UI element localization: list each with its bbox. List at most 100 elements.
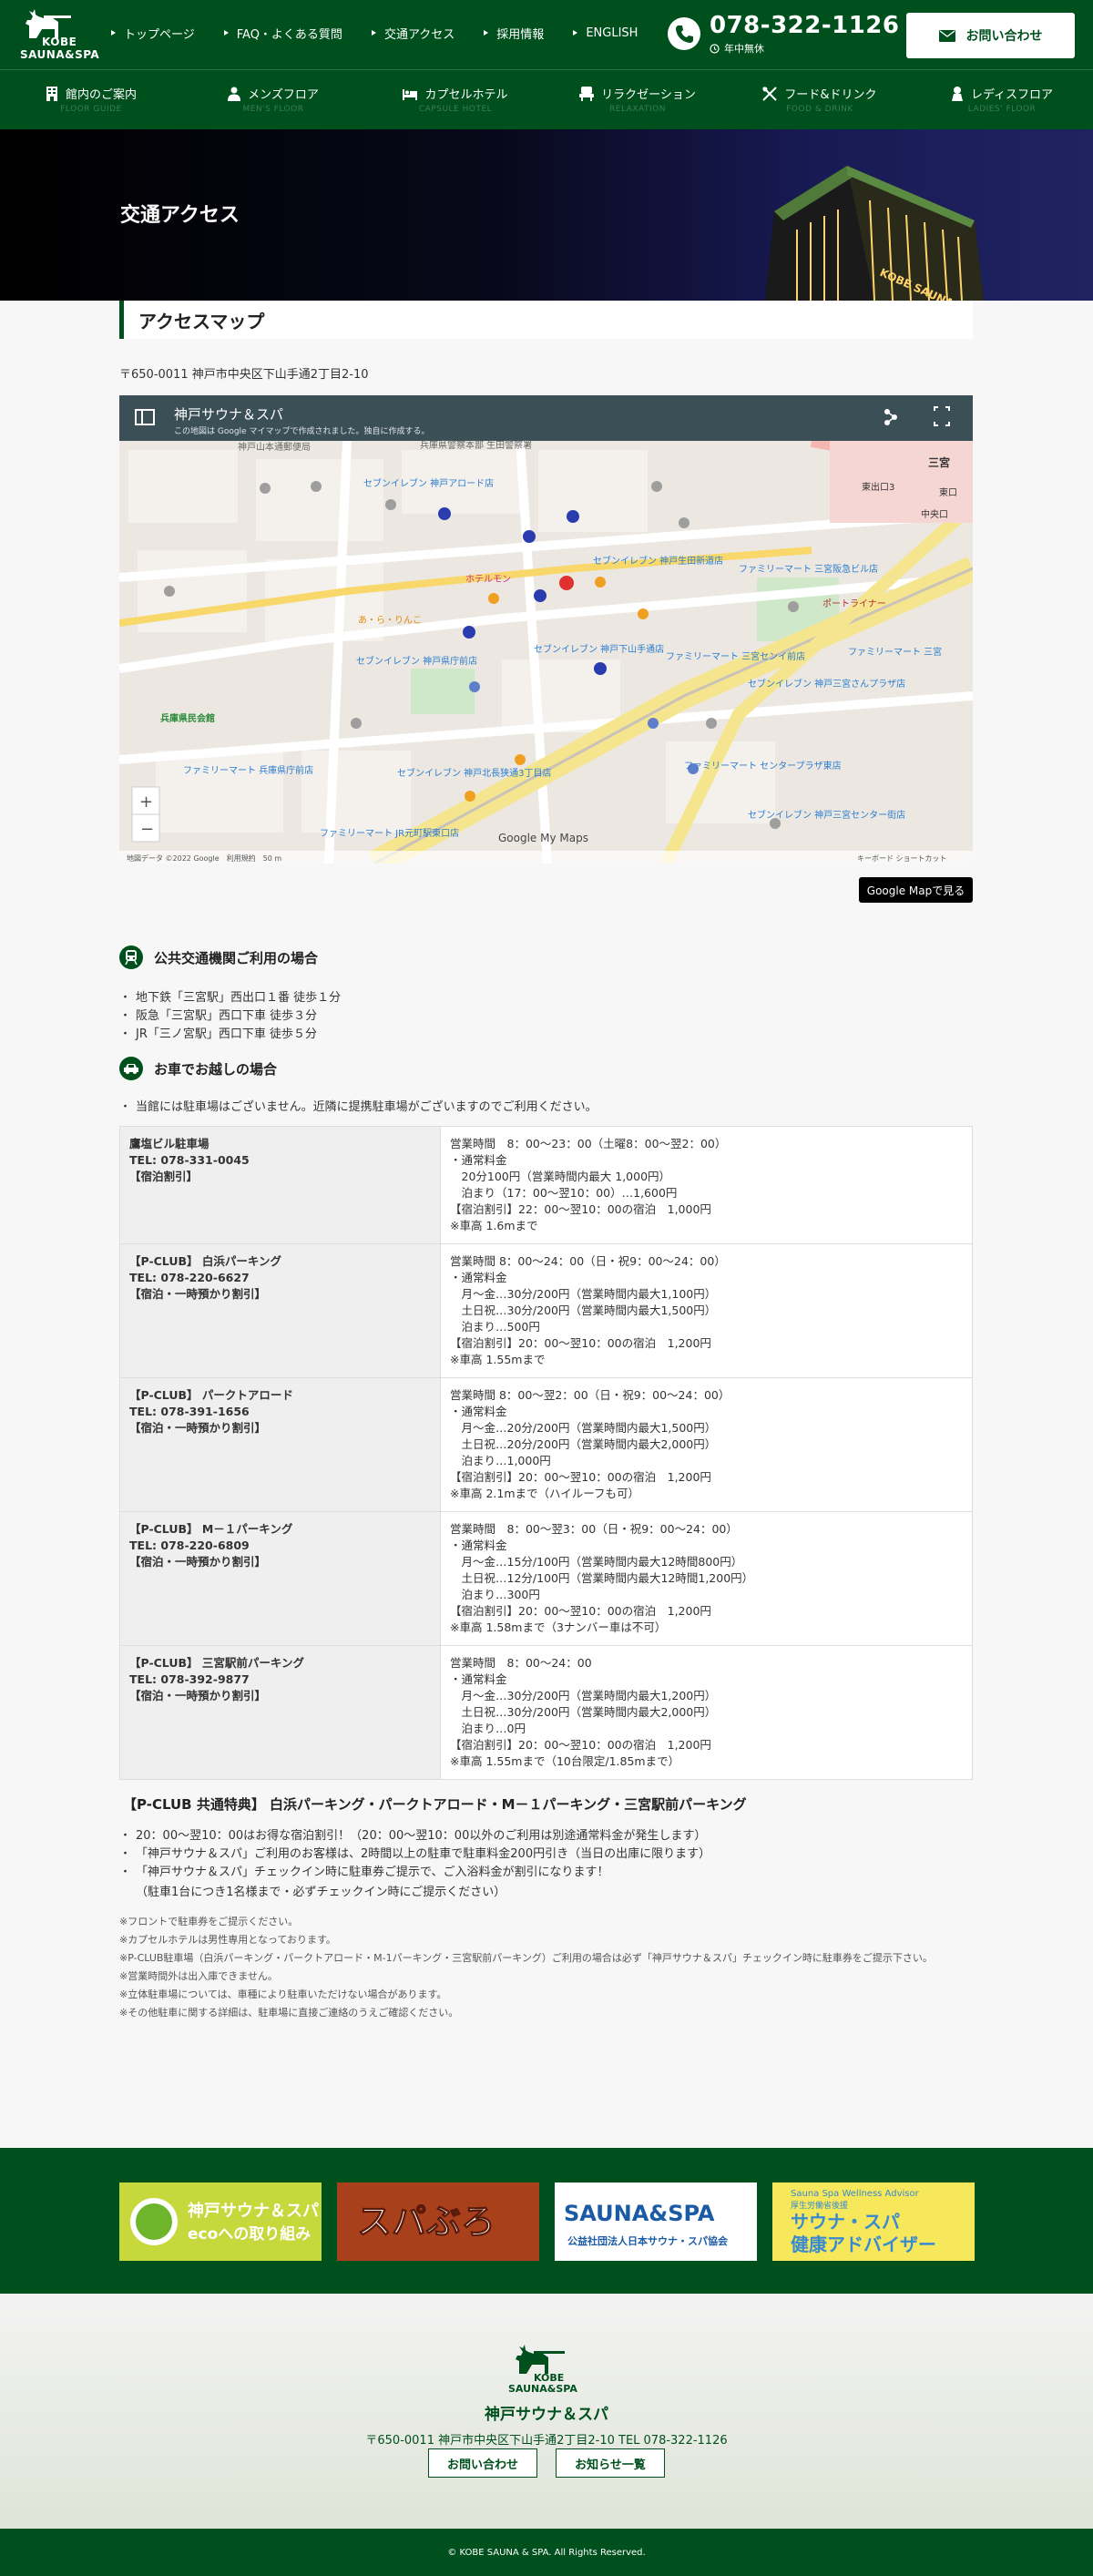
phone-number: 078-322-1126 [710, 12, 900, 39]
note-line: ※カプセルホテルは男性専用となっております。 [119, 1934, 336, 1946]
note-line: ※P-CLUB駐車場（白浜パーキング・パークトアロード・M-1パーキング・三宮駅… [119, 1952, 933, 1964]
table-row: 【P-CLUB】 M－１パーキング TEL: 078-220-6809 【宿泊・一時… [119, 1511, 973, 1646]
page-title: 交通アクセス [120, 204, 240, 227]
main-nav-food[interactable]: フード&ドリンク FOOD & DRINK [729, 70, 911, 129]
contact-button[interactable]: お問い合わせ [906, 13, 1075, 58]
banner-advisor-title: Sauna Spa Wellness Advisor [791, 2189, 920, 2199]
note-line: ※立体駐車場については、車種により駐車いただけない場合があります。 [119, 1988, 447, 2000]
parking-detail-line: 土日祝…12分/100円（営業時間内最大12時間1,200円） [450, 1571, 754, 1585]
parking-info-line: 【宿泊割引】 [129, 1170, 199, 1183]
map-title: 神戸サウナ＆スパ [174, 406, 284, 423]
list-item: 「神戸サウナ＆スパ」チェックイン時に駐車券ご提示で、ご入浴料金が割引になります！ [119, 1864, 710, 1882]
banner-advisor-sub3: 健康アドバイザー [791, 2234, 936, 2255]
parking-detail-line: 【宿泊割引】20：00～翌10：00の宿泊 1,200円 [450, 1604, 711, 1618]
phone-block[interactable]: 078-322-1126 年中無休 [668, 12, 899, 57]
spaburo-banner-art: スパぶろ [337, 2182, 539, 2261]
banner-spaburo[interactable]: スパぶろ [337, 2182, 539, 2261]
parking-detail-cell: 営業時間 8：00～24：00 ・通常料金 月～金…30分/200円（営業時間内最… [440, 1645, 973, 1780]
nav-recruit[interactable]: 採用情報 [484, 24, 544, 42]
google-map-button[interactable]: Google Mapで見る [859, 877, 973, 903]
phone-note: 年中無休 [710, 41, 764, 56]
embedded-map[interactable]: 神戸山本通郵便局 兵庫県警察本部 生田警察署 セブンイレブン 神戸アロード店 ホ… [119, 395, 973, 864]
map-label: ファミリーマート 三宮 [848, 646, 942, 658]
map-label: 中央口 [921, 508, 948, 520]
zoom-in-icon[interactable]: + [139, 792, 153, 812]
main-nav-label: レディスフロア [970, 88, 1054, 102]
man-icon [228, 87, 241, 101]
footer-news-button[interactable]: お知らせ一覧 [556, 2448, 665, 2478]
map-shortcut: キーボード ショートカット [857, 854, 947, 863]
utensils-icon [762, 86, 778, 101]
list-item: 「神戸サウナ＆スパ」ご利用のお客様は、2時間以上の駐車で駐車料金200円引き（当… [119, 1845, 710, 1864]
main-nav-en: RELAXATION [609, 105, 666, 114]
access-address: 〒650-0011 神戸市中央区下山手通2丁目2-10 [119, 368, 369, 382]
parking-detail-cell: 営業時間 8：00～翌3：00（日・祝9：00～24：00） ・通常料金 月～金…… [440, 1511, 973, 1646]
main-nav-label: カプセルホテル [424, 88, 508, 102]
parking-info-line: TEL: 078-220-6627 [129, 1271, 250, 1284]
main-nav-capsule[interactable]: カプセルホテル CAPSULE HOTEL [364, 70, 546, 129]
parking-detail-cell: 営業時間 8：00～翌2：00（日・祝9：00～24：00） ・通常料金 月～金…… [440, 1377, 973, 1512]
list-item: JR「三ノ宮駅」西口下車 徒歩５分 [119, 1026, 341, 1044]
advisor-banner-art: Sauna Spa Wellness Advisor 厚生労働省後援 サウナ・ス… [791, 2189, 936, 2255]
map-label: ポートライナー [822, 598, 886, 609]
main-nav-relaxation[interactable]: リラクゼーション RELAXATION [546, 70, 729, 129]
parking-detail-line: ・通常料金 [450, 1405, 507, 1418]
main-nav-mens[interactable]: メンズフロア MEN'S FLOOR [182, 70, 364, 129]
list-item: 20：00～翌10：00はお得な宿泊割引！（20：00～翌10：00以外のご利用… [119, 1827, 710, 1845]
footer-logo[interactable]: KOBE SAUNA&SPA [499, 2339, 594, 2394]
site-logo[interactable]: KOBE SAUNA&SPA [16, 7, 118, 62]
sauna-marker[interactable] [559, 576, 574, 590]
footer-contact-button[interactable]: お問い合わせ [428, 2448, 537, 2478]
nav-top[interactable]: トップページ [111, 24, 195, 42]
parking-detail-cell: 営業時間 8：00～23：00（土曜8：00～翌2：00） ・通常料金 20分10… [440, 1126, 973, 1244]
parking-name-cell: 鷹塩ビル駐車場 TEL: 078-331-0045 【宿泊割引】 [119, 1126, 441, 1244]
note-line: ※営業時間外は出入庫できません。 [119, 1970, 278, 1982]
map-footer: 地図データ ©2022 Google 利用規約 50 m [127, 854, 281, 863]
map-canvas[interactable]: 神戸山本通郵便局 兵庫県警察本部 生田警察署 セブンイレブン 神戸アロード店 ホ… [119, 395, 973, 864]
top-nav: トップページ FAQ・よくある質問 交通アクセス 採用情報 ENGLISH [111, 24, 667, 42]
map-label: 東出口3 [862, 481, 894, 493]
map-header: 神戸サウナ＆スパ この地図は Google マイマップで作成されました。独自に作… [119, 395, 973, 441]
banner-advisor-sub2: サウナ・スパ [791, 2211, 900, 2233]
parking-detail-line: 泊まり…1,000円 [450, 1454, 551, 1467]
banner-sauna-spa-assoc[interactable]: SAUNA&SPA 公益社団法人日本サウナ・スパ協会 [555, 2182, 757, 2261]
banner-advisor[interactable]: Sauna Spa Wellness Advisor 厚生労働省後援 サウナ・ス… [772, 2182, 975, 2261]
arrow-icon [573, 30, 578, 36]
table-row: 【P-CLUB】 パークトアロード TEL: 078-391-1656 【宿泊・一時… [119, 1377, 973, 1512]
main-nav-label: 館内のご案内 [65, 88, 137, 102]
nav-label: トップページ [124, 27, 195, 42]
banner-eco[interactable]: 神戸サウナ＆スパ ecoへの取り組み [119, 2182, 322, 2261]
parking-info-line: 【P-CLUB】 白浜パーキング [129, 1254, 281, 1268]
main-nav-en: CAPSULE HOTEL [418, 105, 493, 114]
main-nav-floor-guide[interactable]: 館内のご案内 FLOOR GUIDE [0, 70, 182, 129]
nav-faq[interactable]: FAQ・よくある質問 [223, 24, 342, 42]
map-label: セブンイレブン 神戸アロード店 [363, 477, 494, 489]
zoom-controls[interactable]: + − [131, 786, 160, 843]
zoom-out-icon[interactable]: − [140, 820, 154, 839]
arrow-icon [223, 30, 229, 36]
map-label: ファミリーマート 三宮センイ前店 [666, 650, 805, 662]
banner-eco-title: 神戸サウナ＆スパ [188, 2201, 319, 2221]
map-label: セブンイレブン 神戸三宮さんプラザ店 [748, 678, 905, 690]
parking-info-line: 【P-CLUB】 パークトアロード [129, 1388, 293, 1402]
banner-spaburo-title: スパぶろ [357, 2202, 495, 2242]
map-label: ファミリーマート センタープラザ東店 [684, 760, 842, 772]
nav-access[interactable]: 交通アクセス [371, 24, 455, 42]
list-item: 当館には駐車場はございません。近隣に提携駐車場がございますのでご利用ください。 [119, 1099, 598, 1117]
main-nav-ladies[interactable]: レディスフロア LADIES' FLOOR [911, 70, 1093, 129]
parking-detail-line: 土日祝…30分/200円（営業時間内最大2,000円） [450, 1705, 717, 1719]
open-days: 年中無休 [724, 43, 764, 55]
main-nav-label: メンズフロア [248, 88, 319, 102]
parking-name-cell: 【P-CLUB】 M－１パーキング TEL: 078-220-6809 【宿泊・一時… [119, 1511, 441, 1646]
parking-detail-line: 土日祝…20分/200円（営業時間内最大2,000円） [450, 1437, 717, 1451]
map-label: セブンイレブン 神戸下山手通店 [534, 643, 664, 655]
main-nav-en: FLOOR GUIDE [60, 105, 122, 114]
bed-icon [403, 88, 418, 100]
nav-label: 採用情報 [496, 27, 545, 42]
parking-detail-line: 【宿泊割引】20：00～翌10：00の宿泊 1,200円 [450, 1738, 711, 1752]
car-heading: お車でお越しの場合 [119, 1057, 277, 1080]
parking-detail-line: 【宿泊割引】20：00～翌10：00の宿泊 1,200円 [450, 1470, 711, 1484]
parking-info-line: 鷹塩ビル駐車場 [129, 1137, 209, 1150]
transit-list: 地下鉄「三宮駅」西出口１番 徒歩１分 阪急「三宮駅」西口下車 徒歩３分 JR「三… [119, 989, 341, 1044]
nav-english[interactable]: ENGLISH [573, 24, 638, 42]
